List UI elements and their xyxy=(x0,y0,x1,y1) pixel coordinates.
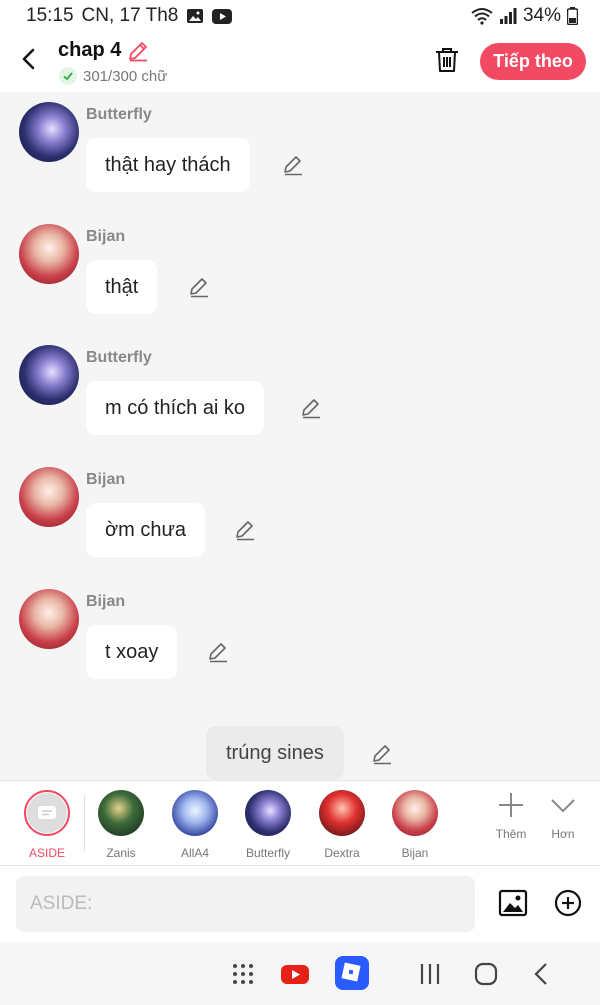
word-count-row: 301/300 chữ xyxy=(59,67,167,85)
apps-grid-icon[interactable] xyxy=(227,958,259,990)
add-label: Thêm xyxy=(495,827,527,841)
more-characters-button[interactable]: Hơn xyxy=(538,791,588,841)
avatar-bijan[interactable] xyxy=(19,224,79,284)
message-bubble[interactable]: ờm chưa xyxy=(86,503,205,557)
youtube-icon xyxy=(212,8,233,24)
character-aside[interactable]: ASIDE xyxy=(16,789,78,860)
home-icon[interactable] xyxy=(470,958,502,990)
avatar-bijan xyxy=(392,790,438,836)
edit-pencil-icon[interactable] xyxy=(300,397,322,419)
character-name: Zanis xyxy=(106,846,136,860)
avatar-butterfly[interactable] xyxy=(19,102,79,162)
more-label: Hơn xyxy=(551,827,575,841)
aside-avatar xyxy=(24,790,70,836)
next-button[interactable]: Tiếp theo xyxy=(480,43,586,80)
character-name: AllA4 xyxy=(180,846,209,860)
battery-percent: 34% xyxy=(522,5,561,26)
status-date: CN, 17 Th8 xyxy=(81,5,179,26)
edit-title-pencil-icon[interactable] xyxy=(127,40,149,62)
avatar-bijan[interactable] xyxy=(19,467,79,527)
message-input[interactable] xyxy=(16,876,475,932)
character-name: Butterfly xyxy=(245,846,290,860)
back-icon[interactable] xyxy=(526,958,558,990)
add-circle-icon[interactable] xyxy=(553,888,583,918)
system-nav-bar xyxy=(0,942,600,1005)
character-selector: ASIDE Zanis AllA4 Butterfly Dextra Bijan… xyxy=(0,780,600,866)
signal-icon xyxy=(499,8,517,24)
chat-area[interactable]: Butterfly thật hay thách Bijan thật Butt… xyxy=(0,92,600,780)
chapter-title: chap 4 xyxy=(58,39,122,61)
avatar-alla4 xyxy=(172,790,218,836)
battery-icon xyxy=(567,7,578,25)
character-name: ASIDE xyxy=(28,846,65,860)
youtube-app-icon[interactable] xyxy=(279,958,311,990)
edit-pencil-icon[interactable] xyxy=(371,743,393,765)
character-name: Dextra xyxy=(324,846,360,860)
avatar-zanis xyxy=(98,790,144,836)
status-time: 15:15 xyxy=(26,5,74,26)
image-icon xyxy=(187,9,204,23)
character-zanis[interactable]: Zanis xyxy=(90,789,152,860)
divider xyxy=(84,795,85,851)
avatar-butterfly[interactable] xyxy=(19,345,79,405)
roblox-app-icon[interactable] xyxy=(334,955,370,991)
wifi-icon xyxy=(471,8,493,25)
message-sender: Butterfly xyxy=(86,349,152,366)
edit-pencil-icon[interactable] xyxy=(282,154,304,176)
message-sender: Bijan xyxy=(86,228,126,245)
status-bar: 15:15 CN, 17 Th8 34% xyxy=(0,0,600,32)
plus-icon xyxy=(499,793,523,817)
edit-pencil-icon[interactable] xyxy=(207,641,229,663)
message-bubble[interactable]: t xoay xyxy=(86,625,178,679)
message-bubble[interactable]: thật hay thách xyxy=(86,138,250,192)
character-name: Bijan xyxy=(401,846,429,860)
character-alla4[interactable]: AllA4 xyxy=(164,789,226,860)
recent-apps-icon[interactable] xyxy=(414,958,446,990)
character-dextra[interactable]: Dextra xyxy=(311,789,373,860)
message-sender: Butterfly xyxy=(86,106,152,123)
title-row: chap 4 xyxy=(58,39,149,62)
avatar-bijan[interactable] xyxy=(19,589,79,649)
edit-pencil-icon[interactable] xyxy=(234,519,256,541)
avatar-butterfly xyxy=(245,790,291,836)
message-sender: Bijan xyxy=(86,593,126,610)
insert-image-icon[interactable] xyxy=(498,888,528,918)
word-count: 301/300 chữ xyxy=(83,67,168,85)
character-butterfly[interactable]: Butterfly xyxy=(237,789,299,860)
check-circle-icon xyxy=(59,67,77,85)
add-character-button[interactable]: Thêm xyxy=(486,791,536,841)
aside-message-bubble[interactable]: trúng sines xyxy=(206,726,344,780)
chevron-down-icon xyxy=(551,799,575,813)
message-sender: Bijan xyxy=(86,471,126,488)
message-bubble[interactable]: m có thích ai ko xyxy=(86,381,265,435)
edit-pencil-icon[interactable] xyxy=(188,276,210,298)
chat-bubble-icon xyxy=(38,806,56,819)
editor-header: chap 4 301/300 chữ Tiếp theo xyxy=(0,32,600,92)
trash-icon[interactable] xyxy=(433,46,461,74)
avatar-dextra xyxy=(319,790,365,836)
input-bar xyxy=(0,866,600,942)
character-bijan[interactable]: Bijan xyxy=(384,789,446,860)
message-bubble[interactable]: thật xyxy=(86,260,158,314)
back-arrow-icon[interactable] xyxy=(14,44,44,74)
